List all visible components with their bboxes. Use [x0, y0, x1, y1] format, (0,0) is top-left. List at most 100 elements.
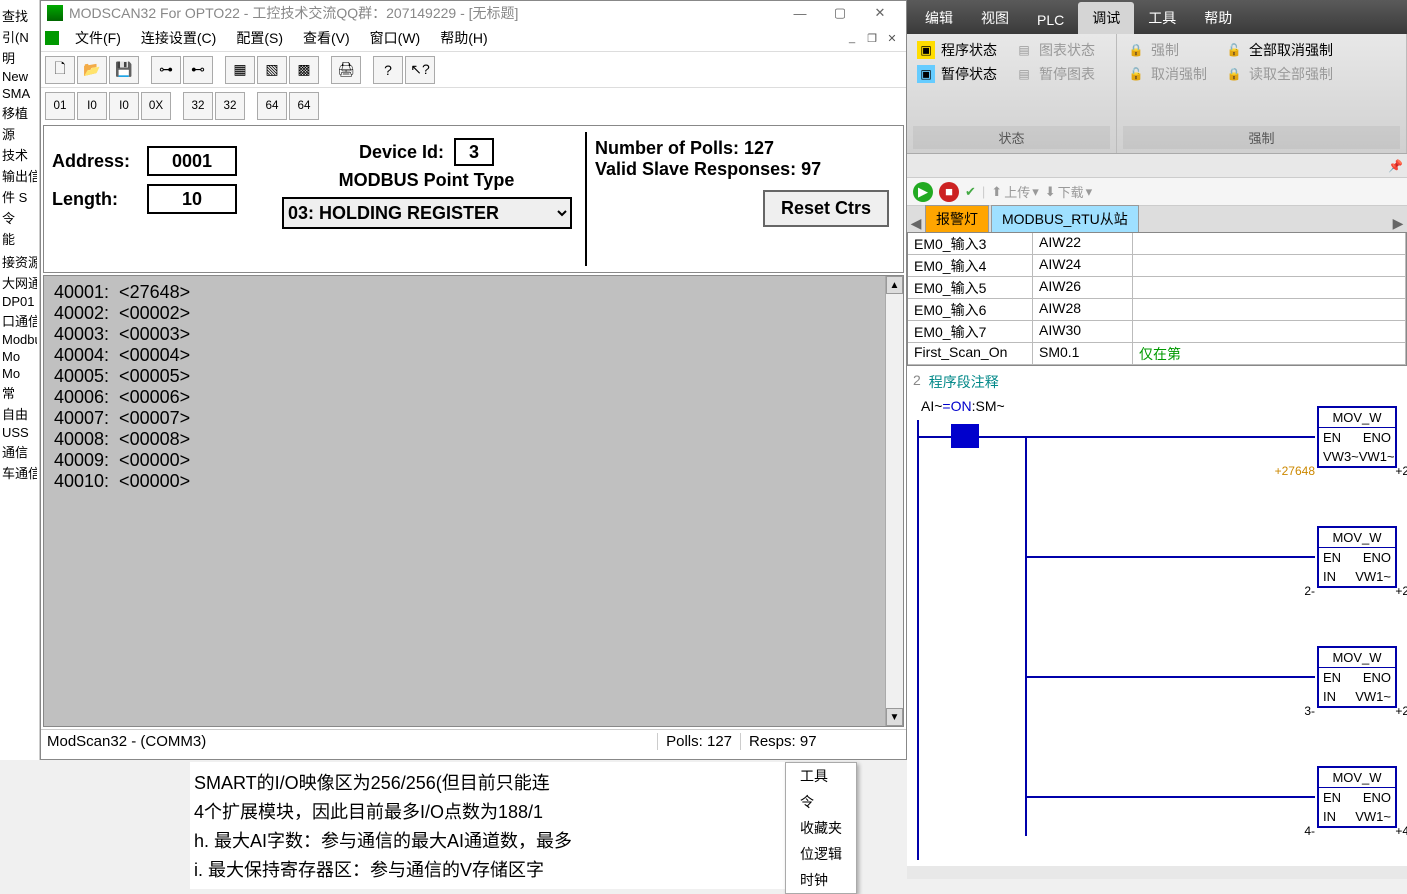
- register-row[interactable]: 40007: <00007>: [54, 408, 893, 429]
- tool-icon-2[interactable]: ▧: [257, 56, 287, 84]
- ribbon-tab-view[interactable]: 视图: [967, 2, 1023, 34]
- ribbon-tab-tool[interactable]: 工具: [1134, 2, 1190, 34]
- ribbon-tab-plc[interactable]: PLC: [1023, 6, 1078, 34]
- minimize-button[interactable]: —: [780, 1, 820, 25]
- window-titlebar[interactable]: MODSCAN32 For OPTO22 - 工控技术交流QQ群：2071492…: [41, 1, 906, 25]
- reset-counters-button[interactable]: Reset Ctrs: [763, 190, 889, 227]
- register-row[interactable]: 40006: <00006>: [54, 387, 893, 408]
- ribbon-tab-debug[interactable]: 调试: [1078, 2, 1134, 34]
- maximize-button[interactable]: ▢: [820, 1, 860, 25]
- fmt-64-icon[interactable]: 64: [257, 92, 287, 120]
- responses-value: 97: [801, 159, 821, 179]
- register-row[interactable]: 40002: <00002>: [54, 303, 893, 324]
- register-data-area[interactable]: 40001: <27648>40002: <00002>40003: <0000…: [43, 275, 904, 727]
- doc-line-2: 4个扩展模块，因此目前最多I/O点数为188/1: [194, 798, 786, 824]
- tab-scroll-right[interactable]: ▶: [1389, 215, 1407, 232]
- menu-window[interactable]: 窗口(W): [360, 26, 431, 50]
- ctx-bit[interactable]: 位逻辑: [786, 841, 856, 867]
- menu-help[interactable]: 帮助(H): [430, 26, 497, 50]
- close-button[interactable]: ✕: [860, 1, 900, 25]
- variable-table[interactable]: EM0_输入3AIW22EM0_输入4AIW24EM0_输入5AIW26EM0_…: [907, 232, 1407, 366]
- pause-chart-button[interactable]: ▤暂停图表: [1011, 62, 1099, 86]
- variable-row[interactable]: EM0_输入7AIW30: [908, 321, 1406, 343]
- print-icon[interactable]: 🖨: [331, 56, 361, 84]
- register-row[interactable]: 40008: <00008>: [54, 429, 893, 450]
- closed-contact-icon[interactable]: [951, 424, 979, 448]
- open-icon[interactable]: 📂: [77, 56, 107, 84]
- variable-row[interactable]: EM0_输入5AIW26: [908, 277, 1406, 299]
- mov-block-2[interactable]: MOV_W ENENO INVW1~: [1317, 526, 1397, 588]
- disconnect-icon[interactable]: ⊷: [183, 56, 213, 84]
- tool-icon-1[interactable]: ▦: [225, 56, 255, 84]
- save-icon[interactable]: 💾: [109, 56, 139, 84]
- menu-file[interactable]: 文件(F): [65, 26, 131, 50]
- ladder-editor[interactable]: 2 程序段注释 AI~=ON:SM~ MOV_W ENENO VW3~VW1~ …: [907, 366, 1407, 866]
- register-row[interactable]: 40010: <00000>: [54, 471, 893, 492]
- mov-block-4[interactable]: MOV_W ENENO INVW1~: [1317, 766, 1397, 828]
- ribbon-tab-help[interactable]: 帮助: [1190, 2, 1246, 34]
- mov-block-3[interactable]: MOV_W ENENO INVW1~: [1317, 646, 1397, 708]
- connect-icon[interactable]: ⊶: [151, 56, 181, 84]
- ctx-fav[interactable]: 收藏夹: [786, 815, 856, 841]
- pin-icon[interactable]: 📌: [1388, 159, 1403, 173]
- register-row[interactable]: 40001: <27648>: [54, 282, 893, 303]
- tab-scroll-left[interactable]: ◀: [907, 215, 925, 232]
- chart-status-button[interactable]: ▤图表状态: [1011, 38, 1099, 62]
- vertical-scrollbar[interactable]: ▲ ▼: [885, 276, 903, 726]
- context-menu[interactable]: 工具 令 收藏夹 位逻辑 时钟: [785, 762, 857, 894]
- fmt-i0-icon[interactable]: I0: [109, 92, 139, 120]
- pause-status-button[interactable]: ▣暂停状态: [913, 62, 1001, 86]
- download-button[interactable]: ⬇ 下载 ▾: [1045, 182, 1092, 201]
- menu-config[interactable]: 配置(S): [226, 26, 293, 50]
- scroll-down-icon[interactable]: ▼: [886, 708, 903, 726]
- menu-connection[interactable]: 连接设置(C): [131, 26, 226, 50]
- upload-button[interactable]: ⬆ 上传 ▾: [991, 182, 1038, 201]
- segment-comment[interactable]: 程序段注释: [929, 372, 999, 392]
- ctx-cmd[interactable]: 令: [786, 789, 856, 815]
- tab-alarm[interactable]: 报警灯: [925, 205, 989, 232]
- modscan-window: MODSCAN32 For OPTO22 - 工控技术交流QQ群：2071492…: [40, 0, 907, 760]
- register-row[interactable]: 40003: <00003>: [54, 324, 893, 345]
- force-button[interactable]: 🔒强制: [1123, 38, 1211, 62]
- point-type-select[interactable]: 03: HOLDING REGISTER: [282, 197, 572, 229]
- length-input[interactable]: [147, 184, 237, 214]
- stop-button[interactable]: ■: [939, 182, 959, 202]
- menu-view[interactable]: 查看(V): [293, 26, 360, 50]
- segment-number: 2: [913, 372, 921, 392]
- ctx-clock[interactable]: 时钟: [786, 867, 856, 893]
- program-status-button[interactable]: ▣程序状态: [913, 38, 1001, 62]
- address-input[interactable]: [147, 146, 237, 176]
- read-all-force-button[interactable]: 🔒读取全部强制: [1221, 62, 1337, 86]
- fmt-10-icon[interactable]: I0: [77, 92, 107, 120]
- fmt-64x-icon[interactable]: 64: [289, 92, 319, 120]
- run-button[interactable]: ▶: [913, 182, 933, 202]
- mdi-minimize[interactable]: _: [842, 29, 862, 47]
- register-row[interactable]: 40004: <00004>: [54, 345, 893, 366]
- ribbon-tab-edit[interactable]: 编辑: [911, 2, 967, 34]
- variable-row[interactable]: EM0_输入6AIW28: [908, 299, 1406, 321]
- variable-row[interactable]: First_Scan_OnSM0.1仅在第: [908, 343, 1406, 365]
- device-id-input[interactable]: [454, 138, 494, 166]
- unforce-all-button[interactable]: 🔓全部取消强制: [1221, 38, 1337, 62]
- variable-row[interactable]: EM0_输入4AIW24: [908, 255, 1406, 277]
- mdi-restore[interactable]: ❐: [862, 29, 882, 47]
- fmt-32-icon[interactable]: 32: [183, 92, 213, 120]
- new-icon[interactable]: 🗋: [45, 56, 75, 84]
- scroll-up-icon[interactable]: ▲: [886, 276, 903, 294]
- doc-line-4: i. 最大保持寄存器区：参与通信的V存储区字: [194, 856, 786, 882]
- variable-row[interactable]: EM0_输入3AIW22: [908, 233, 1406, 255]
- register-row[interactable]: 40009: <00000>: [54, 450, 893, 471]
- tool-icon-3[interactable]: ▩: [289, 56, 319, 84]
- ctx-tools[interactable]: 工具: [786, 763, 856, 789]
- register-row[interactable]: 40005: <00005>: [54, 366, 893, 387]
- fmt-32x-icon[interactable]: 32: [215, 92, 245, 120]
- fmt-01-icon[interactable]: 01: [45, 92, 75, 120]
- mdi-close[interactable]: ✕: [882, 29, 902, 47]
- help-icon[interactable]: ?: [373, 56, 403, 84]
- tab-modbus-slave[interactable]: MODBUS_RTU从站: [991, 205, 1139, 232]
- whats-this-icon[interactable]: ↖?: [405, 56, 435, 84]
- mov-block-1[interactable]: MOV_W ENENO VW3~VW1~: [1317, 406, 1397, 468]
- fmt-0x-icon[interactable]: 0X: [141, 92, 171, 120]
- unforce-button[interactable]: 🔓取消强制: [1123, 62, 1211, 86]
- check-icon[interactable]: ✔: [965, 184, 976, 200]
